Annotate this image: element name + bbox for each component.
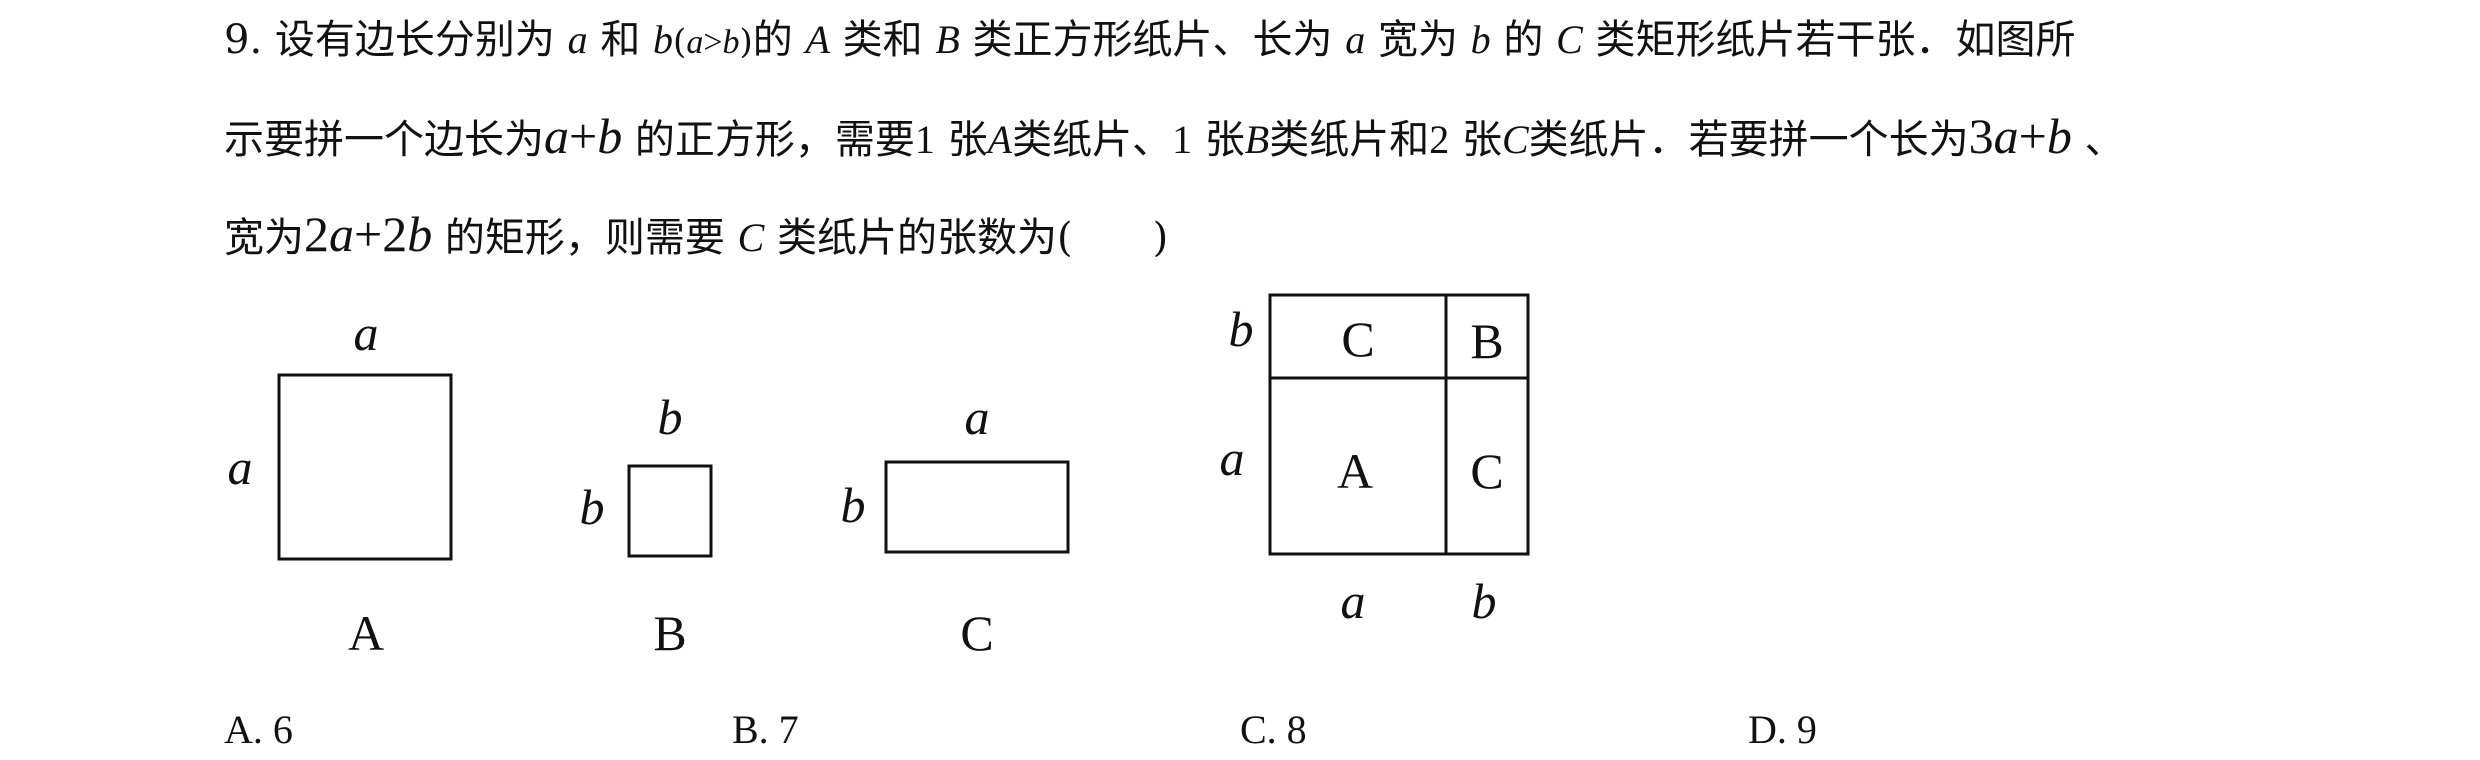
label-C-name: C xyxy=(960,605,993,661)
composite-label-bottom-right: b xyxy=(1472,573,1497,629)
option-b[interactable]: B. 7 xyxy=(732,706,799,753)
square-B xyxy=(627,464,713,558)
square-A xyxy=(277,373,453,561)
composite-label-bottom-left: a xyxy=(1341,573,1366,629)
composite-cell-B: B xyxy=(1470,313,1503,369)
option-c[interactable]: C. 8 xyxy=(1240,706,1307,753)
composite-cell-C-top: C xyxy=(1341,311,1374,367)
label-C-left: b xyxy=(841,477,866,533)
composite-label-left-mid: a xyxy=(1220,430,1245,486)
composite-cell-C-right: C xyxy=(1470,443,1503,499)
composite-cell-A: A xyxy=(1337,443,1373,499)
label-B-name: B xyxy=(653,605,686,661)
composite-label-left-top: b xyxy=(1229,301,1254,357)
tiling-figure: a a A b b B a b C b a a b C B A C xyxy=(228,293,1530,661)
rect-C xyxy=(884,460,1070,554)
option-d[interactable]: D. 9 xyxy=(1748,706,1817,753)
label-C-top: a xyxy=(965,389,990,445)
label-A-name: A xyxy=(348,605,384,661)
label-B-top: b xyxy=(658,389,683,445)
label-A-top: a xyxy=(354,305,379,361)
label-A-left: a xyxy=(228,439,253,495)
label-B-left: b xyxy=(580,479,605,535)
option-a[interactable]: A. 6 xyxy=(224,706,293,753)
